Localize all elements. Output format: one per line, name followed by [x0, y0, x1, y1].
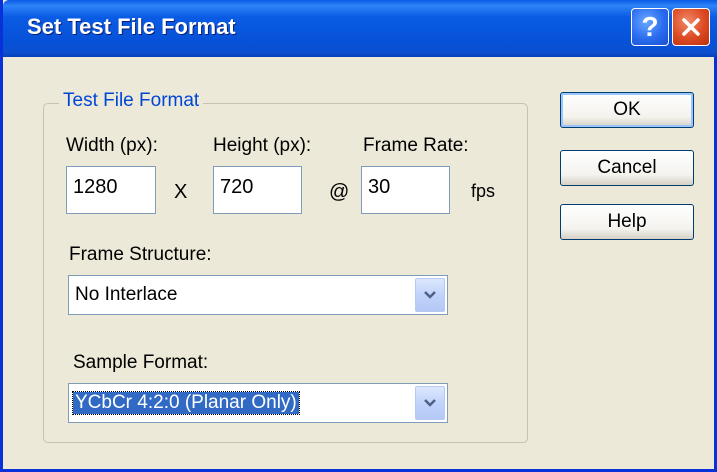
times-symbol: X [174, 181, 188, 203]
sample-format-value: YCbCr 4:2:0 (Planar Only) [72, 391, 300, 415]
width-label: Width (px): [66, 135, 158, 156]
chevron-down-icon [424, 291, 436, 299]
title-bar[interactable]: Set Test File Format ? [3, 0, 717, 57]
fps-unit: fps [471, 181, 496, 201]
sample-format-label: Sample Format: [73, 352, 209, 373]
sample-format-dropdown-button[interactable] [415, 386, 445, 420]
close-button[interactable] [672, 8, 710, 46]
at-symbol: @ [329, 181, 350, 203]
width-input[interactable]: 1280 [66, 166, 156, 214]
ok-button[interactable]: OK [560, 92, 694, 128]
sample-format-select[interactable]: YCbCr 4:2:0 (Planar Only) [68, 383, 448, 423]
frame-rate-label: Frame Rate: [363, 135, 469, 156]
height-input[interactable]: 720 [213, 166, 302, 214]
close-x-icon [682, 18, 700, 36]
frame-structure-select[interactable]: No Interlace [68, 275, 448, 315]
window-title: Set Test File Format [27, 14, 236, 39]
frame-structure-dropdown-button[interactable] [415, 278, 445, 312]
group-legend: Test File Format [59, 90, 204, 112]
frame-structure-label: Frame Structure: [69, 244, 212, 265]
dialog-window: Set Test File Format ? Test File Format … [0, 0, 717, 472]
cancel-button[interactable]: Cancel [560, 150, 694, 186]
frame-structure-value: No Interlace [75, 284, 178, 305]
chevron-down-icon [424, 399, 436, 407]
frame-rate-input[interactable]: 30 [361, 166, 450, 214]
height-label: Height (px): [213, 135, 312, 156]
help-button[interactable]: Help [560, 204, 694, 240]
help-title-button[interactable]: ? [631, 8, 669, 46]
question-mark-icon: ? [641, 11, 659, 42]
